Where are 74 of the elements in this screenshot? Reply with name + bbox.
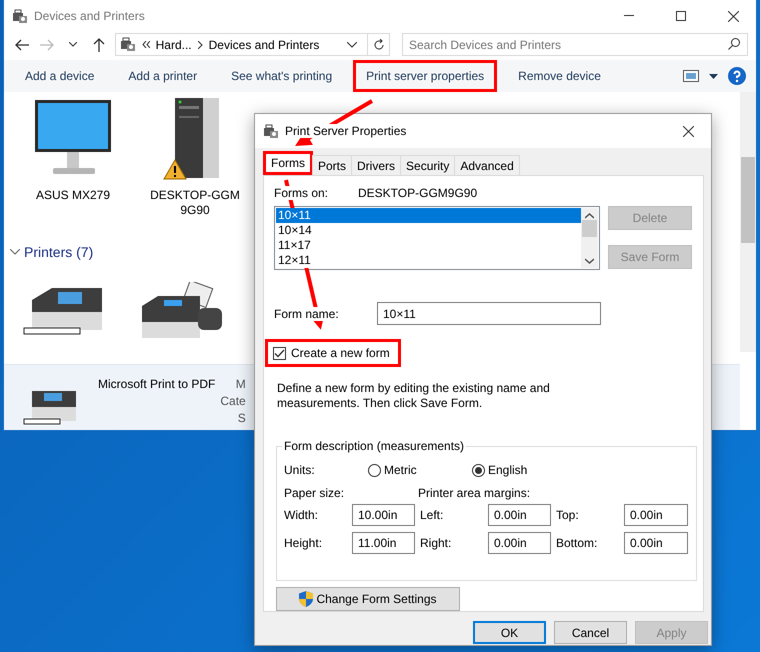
device-name[interactable]: ASUS MX279 xyxy=(28,188,118,203)
group-header[interactable]: Printers (7) xyxy=(24,244,94,260)
tab[interactable]: Security xyxy=(400,155,456,175)
help-icon[interactable] xyxy=(728,67,746,85)
measurement-label: Height: xyxy=(284,536,324,550)
unit-radio[interactable]: Metric xyxy=(368,463,472,477)
paper-size-label: Paper size: xyxy=(284,486,346,500)
tab[interactable]: Advanced xyxy=(454,155,520,175)
server-name: DESKTOP-GGM9G90 xyxy=(358,186,478,200)
device-name[interactable]: DESKTOP-GGM9G90 xyxy=(150,188,240,218)
measurement-field[interactable]: 0.00in xyxy=(488,532,551,554)
change-settings-button[interactable]: Change Form Settings xyxy=(276,587,460,611)
search-field[interactable]: Search Devices and Printers xyxy=(402,33,748,56)
measurement-label: Left: xyxy=(419,508,444,522)
form-name-label: Form name: xyxy=(274,306,339,320)
breadcrumb-item[interactable]: Hard... xyxy=(156,38,192,52)
close-icon xyxy=(728,10,738,22)
window-title: Devices and Printers xyxy=(34,9,146,24)
chevron-right-icon xyxy=(198,40,203,49)
scroll-down-icon xyxy=(585,258,594,264)
unit-radio[interactable]: English xyxy=(472,463,576,477)
tab[interactable]: Forms xyxy=(263,151,313,175)
toolbar-button[interactable]: See what's printing xyxy=(218,60,346,92)
shield-icon xyxy=(299,591,314,607)
devices-printers-icon xyxy=(120,37,136,52)
toolbar-button[interactable]: Remove device xyxy=(505,60,614,92)
toolbar-button[interactable]: Print server properties xyxy=(353,60,498,92)
list-scrollbar[interactable] xyxy=(581,208,598,268)
detail-text: M xyxy=(236,377,246,391)
chevron-down-icon xyxy=(69,42,78,48)
forms-list[interactable]: 10×11 10×14 11×17 12×11 xyxy=(274,206,600,270)
detail-text: Cate xyxy=(220,394,246,408)
measurement-field[interactable]: 11.00in xyxy=(352,532,415,554)
measurement-label: Bottom: xyxy=(555,536,598,550)
instruction-text: Define a new form by editing the existing name and measurements. Then click Save Form. xyxy=(277,381,551,411)
detail-text: S xyxy=(238,411,246,425)
scroll-up-icon xyxy=(585,213,594,219)
measurement-field[interactable]: 0.00in xyxy=(488,504,551,526)
units-label: Units: xyxy=(284,463,316,477)
measurement-field[interactable]: 0.00in xyxy=(624,504,688,526)
printer-icon xyxy=(263,124,279,138)
form-name-field[interactable]: 10×11 xyxy=(377,302,601,325)
check-icon xyxy=(274,348,285,358)
double-chevron-icon xyxy=(142,41,150,48)
group-title: Form description (measurements) xyxy=(283,439,466,453)
printer-name: Microsoft Print to PDF xyxy=(98,377,216,393)
dropdown-arrow-icon[interactable] xyxy=(709,74,718,78)
list-item[interactable]: 10×11 xyxy=(276,208,581,223)
measurement-label: Width: xyxy=(284,508,320,522)
create-form-checkbox[interactable]: Create a new form xyxy=(265,339,401,367)
chevron-down-icon xyxy=(347,42,358,48)
minimize-icon xyxy=(624,15,634,18)
forms-on-label: Forms on: xyxy=(274,186,328,200)
measurement-label: Right: xyxy=(419,536,452,550)
margins-label: Printer area margins: xyxy=(418,486,530,500)
toolbar-button[interactable]: Add a printer xyxy=(115,60,210,92)
search-icon xyxy=(728,38,740,50)
measurement-label: Top: xyxy=(555,508,580,522)
scrollbar[interactable] xyxy=(740,92,756,352)
breadcrumb-item[interactable]: Devices and Printers xyxy=(208,38,320,52)
maximize-icon xyxy=(676,11,686,22)
measurement-field[interactable]: 10.00in xyxy=(352,504,415,526)
dialog-button[interactable]: Cancel xyxy=(554,621,627,644)
refresh-button[interactable] xyxy=(368,33,390,56)
toolbar-button[interactable]: Add a device xyxy=(12,60,108,92)
address-bar[interactable]: Hard... Devices and Printers xyxy=(114,33,368,56)
close-icon xyxy=(682,126,694,136)
tab[interactable]: Ports xyxy=(312,155,352,175)
devices-printers-icon xyxy=(12,8,28,24)
view-options-icon[interactable] xyxy=(683,70,699,82)
refresh-icon xyxy=(372,38,385,51)
dialog-title: Print Server Properties xyxy=(285,124,406,138)
measurement-field[interactable]: 0.00in xyxy=(624,532,688,554)
dialog-button[interactable]: OK xyxy=(473,621,546,644)
